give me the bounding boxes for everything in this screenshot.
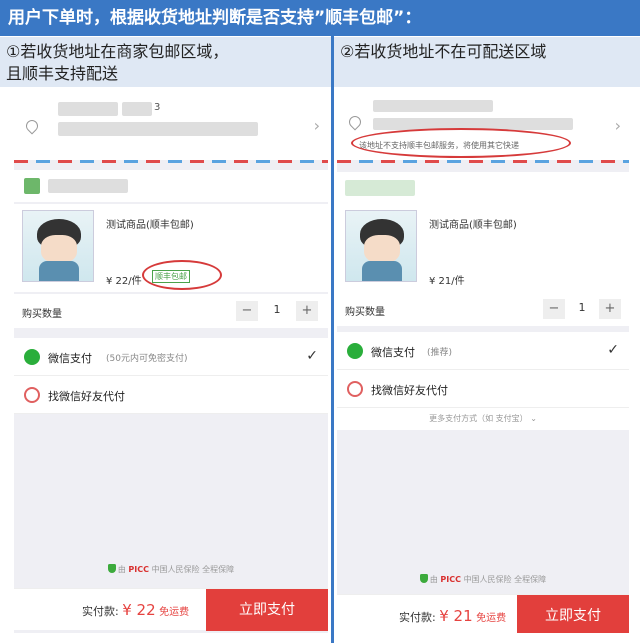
quantity-minus-button[interactable]: − (236, 301, 258, 321)
chevron-down-icon: ⌄ (530, 414, 537, 423)
annotation-circle (351, 128, 571, 158)
free-shipping-label: 免运费 (159, 607, 190, 618)
chevron-right-icon: › (614, 116, 621, 135)
blurred-shop-name (48, 179, 128, 193)
quantity-label: 购买数量 (22, 309, 62, 320)
insurance-guarantee: 由 PICC 中国人民保险 全程保障 (337, 574, 629, 585)
shield-icon (419, 574, 428, 583)
quantity-value: 1 (273, 303, 281, 316)
address-stripe (14, 160, 328, 163)
friend-pay-icon (24, 387, 40, 403)
column-divider (331, 36, 334, 643)
blurred-address (58, 122, 258, 136)
page-title: 用户下单时，根据收货地址判断是否支持”顺丰包邮”： (0, 0, 640, 36)
friend-pay-icon (347, 381, 363, 397)
pay-now-button[interactable]: 立即支付 (517, 595, 629, 633)
insurance-guarantee: 由 PICC 中国人民保险 全程保障 (14, 564, 328, 575)
goods-name: 测试商品(顺丰包邮) (106, 220, 194, 231)
pay-option-wechat[interactable]: 微信支付 (50元内可免密支付) ✓ (14, 338, 328, 376)
quantity-row: 购买数量 − 1 + (337, 292, 629, 326)
quantity-value: 1 (578, 301, 586, 314)
right-column-header: ②若收货地址不在可配送区域 (334, 37, 640, 87)
total-summary: 实付款: ¥ 22 免运费 (82, 601, 189, 619)
pay-now-button[interactable]: 立即支付 (206, 589, 328, 631)
checkmark-icon: ✓ (607, 342, 619, 358)
total-label: 实付款: (82, 605, 119, 618)
checkout-bar: 实付款: ¥ 22 免运费 立即支付 (14, 588, 328, 631)
checkmark-icon: ✓ (306, 348, 318, 364)
left-column-title-line2: 且顺丰支持配送 (6, 64, 119, 83)
shop-row (14, 170, 328, 202)
quantity-plus-button[interactable]: + (599, 299, 621, 319)
blurred-name (58, 102, 118, 116)
guarantee-prefix: 由 (429, 575, 438, 584)
free-shipping-label: 免运费 (476, 613, 507, 624)
pay-option-wechat[interactable]: 微信支付 (推荐) ✓ (337, 332, 629, 370)
address-partial-text: 3 (154, 102, 161, 113)
location-pin-icon (23, 117, 41, 135)
friend-pay-label: 找微信好友代付 (48, 390, 125, 403)
checkout-bar: 实付款: ¥ 21 免运费 立即支付 (337, 594, 629, 633)
payment-methods: 微信支付 (推荐) ✓ 找微信好友代付 更多支付方式（如 支付宝） ⌄ (337, 332, 629, 430)
wechat-pay-note: (推荐) (427, 348, 453, 358)
wechat-pay-note: (50元内可免密支付) (106, 354, 188, 364)
payment-methods: 微信支付 (50元内可免密支付) ✓ 找微信好友代付 (14, 338, 328, 414)
total-amount: ¥ 21 (439, 607, 473, 625)
more-payment-label: 更多支付方式（如 支付宝） (429, 414, 528, 423)
goods-price: ¥ 22/件 (106, 276, 142, 287)
wechat-pay-label: 微信支付 (48, 352, 92, 365)
guarantee-text: 中国人民保险 全程保障 (151, 565, 235, 574)
friend-pay-label: 找微信好友代付 (371, 384, 448, 397)
annotation-circle (142, 260, 222, 290)
blurred-shop-name (345, 180, 415, 196)
goods-item[interactable]: 测试商品(顺丰包邮) ¥ 21/件 (337, 204, 629, 292)
quantity-minus-button[interactable]: − (543, 299, 565, 319)
total-label: 实付款: (399, 611, 436, 624)
shield-icon (107, 564, 116, 573)
total-summary: 实付款: ¥ 21 免运费 (399, 607, 506, 625)
quantity-row: 购买数量 − 1 + (14, 294, 328, 328)
blurred-name (373, 100, 493, 112)
picc-logo: PICC (128, 565, 150, 574)
blurred-phone (122, 102, 152, 116)
total-amount: ¥ 22 (122, 601, 156, 619)
pay-option-friend[interactable]: 找微信好友代付 (14, 376, 328, 414)
quantity-label: 购买数量 (345, 307, 385, 318)
picc-logo: PICC (440, 575, 462, 584)
goods-price: ¥ 21/件 (429, 276, 465, 287)
wechat-pay-label: 微信支付 (371, 346, 415, 359)
shop-icon (24, 178, 40, 194)
address-card[interactable]: 该地址不支持顺丰包邮服务，将使用其它快递 › (337, 88, 629, 160)
shop-row (337, 172, 629, 204)
product-image (22, 210, 94, 282)
goods-name: 测试商品(顺丰包邮) (429, 220, 517, 231)
location-pin-icon (346, 113, 364, 131)
left-column-header: ①若收货地址在商家包邮区域， 且顺丰支持配送 (0, 37, 331, 87)
right-column-title: ②若收货地址不在可配送区域 (340, 42, 547, 61)
wechat-pay-icon (347, 343, 363, 359)
more-payment-options[interactable]: 更多支付方式（如 支付宝） ⌄ (337, 408, 629, 430)
wechat-pay-icon (24, 349, 40, 365)
address-stripe (337, 160, 629, 163)
left-column-title-line1: ①若收货地址在商家包邮区域， (6, 42, 229, 61)
left-phone-screen: 3 › 测试商品(顺丰包邮) ¥ 22/件 顺丰包邮 购买数量 − 1 + 微信… (14, 88, 328, 633)
guarantee-text: 中国人民保险 全程保障 (463, 575, 547, 584)
guarantee-prefix: 由 (117, 565, 126, 574)
goods-item[interactable]: 测试商品(顺丰包邮) ¥ 22/件 顺丰包邮 (14, 204, 328, 292)
chevron-right-icon: › (313, 116, 320, 135)
product-image (345, 210, 417, 282)
address-card[interactable]: 3 › (14, 88, 328, 160)
quantity-plus-button[interactable]: + (296, 301, 318, 321)
pay-option-friend[interactable]: 找微信好友代付 (337, 370, 629, 408)
right-phone-screen: 该地址不支持顺丰包邮服务，将使用其它快递 › 测试商品(顺丰包邮) ¥ 21/件… (337, 88, 629, 633)
